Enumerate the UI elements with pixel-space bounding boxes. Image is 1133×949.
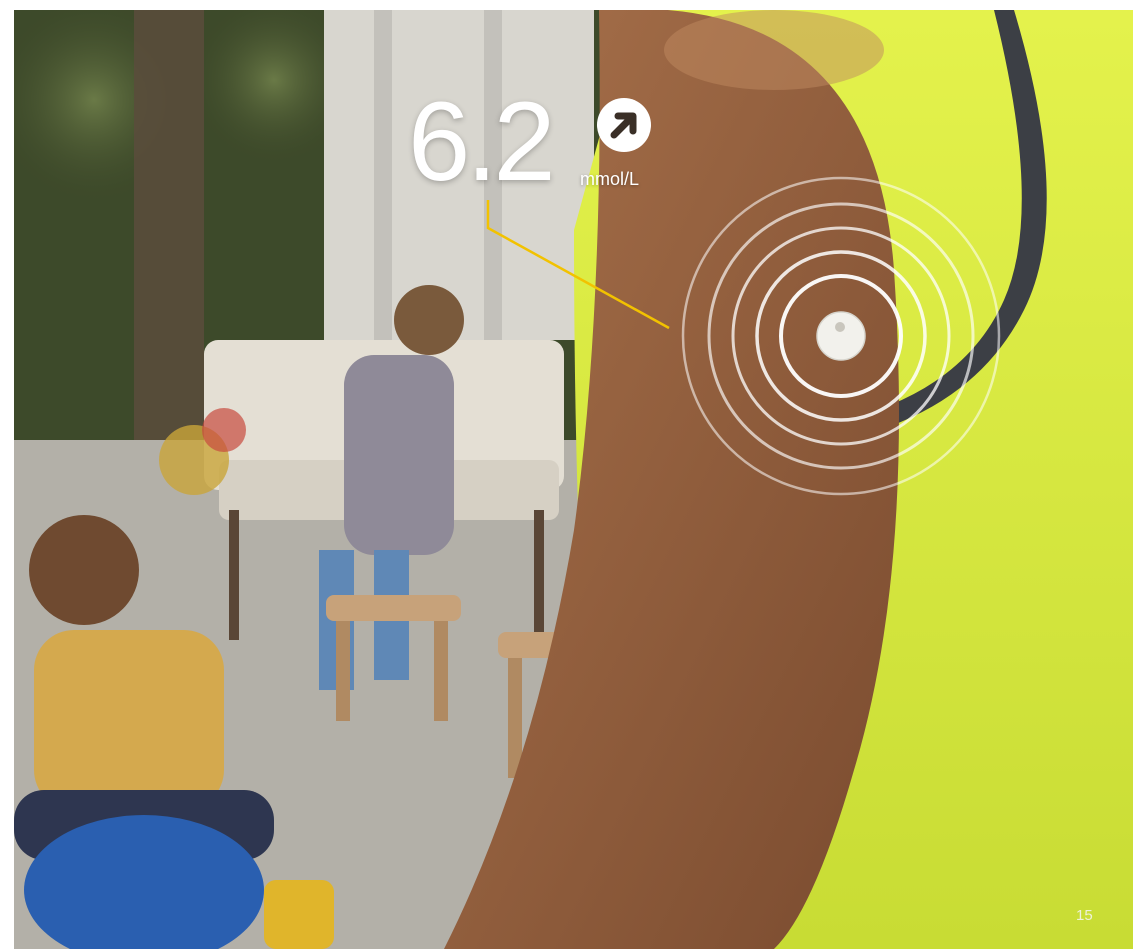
glucose-value: 6.2 (408, 79, 556, 204)
unit-label: mmol/L (580, 169, 640, 189)
arrow-up-right-icon (597, 98, 651, 152)
sensor-device (816, 311, 866, 361)
glucose-reading: 6.2 mmol/L (408, 82, 708, 212)
photo: 6.2 mmol/L 15 (14, 10, 1133, 949)
page-number: 15 (1076, 907, 1093, 924)
